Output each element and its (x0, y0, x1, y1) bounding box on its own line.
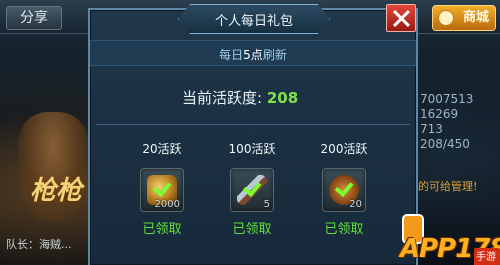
check-icon (333, 177, 355, 191)
reward-tier-100: 100活跃 5 已领取 (207, 140, 297, 237)
shop-coin-icon (438, 10, 454, 26)
check-icon (151, 177, 173, 191)
shop-button[interactable]: 商城 (432, 5, 496, 31)
claimed-status: 已领取 (232, 222, 272, 237)
hero-title-art: 枪枪 (30, 176, 83, 206)
item-quantity: 2000 (154, 199, 180, 210)
side-note: 的可给管理! (418, 180, 478, 193)
activity-label: 当前活跃度: (182, 89, 263, 107)
share-button[interactable]: 分享 (6, 6, 62, 30)
stat-value: 713 (420, 122, 443, 136)
tier-label: 100活跃 (228, 142, 276, 156)
item-quantity: 5 (263, 199, 270, 210)
site-watermark: APP178 手游网 (398, 212, 500, 265)
check-icon (241, 177, 263, 191)
item-quantity: 20 (349, 199, 362, 210)
divider (96, 124, 410, 125)
reward-slot[interactable]: 2000 (140, 168, 184, 212)
shop-label: 商城 (462, 10, 489, 25)
refresh-prefix: 每日 (219, 48, 244, 62)
activity-value: 208 (266, 89, 299, 107)
refresh-hour: 5点 (243, 48, 263, 62)
reward-tier-20: 20活跃 2000 已领取 (117, 140, 207, 237)
stat-value: 208/450 (420, 137, 470, 151)
refresh-suffix: 刷新 (262, 48, 287, 62)
refresh-text: 每日5点刷新 (90, 46, 416, 63)
claimed-status: 已领取 (142, 222, 182, 237)
close-button[interactable] (386, 4, 416, 32)
dialog-title: 个人每日礼包 (214, 14, 293, 29)
reward-tier-200: 200活跃 20 已领取 (299, 140, 389, 237)
activity-display: 当前活跃度: 208 (182, 87, 298, 108)
watermark-sub: 手游网 (474, 248, 500, 265)
team-caption: 队长：海贼... (6, 238, 72, 251)
stat-value: 16269 (420, 107, 459, 121)
reward-slot[interactable]: 20 (322, 168, 366, 212)
stat-value: 7007513 (420, 92, 474, 106)
tier-label: 20活跃 (142, 142, 182, 156)
side-stats: 7007513 16269 713 208/450 (420, 92, 500, 152)
refresh-row: 每日5点刷新 (90, 40, 416, 66)
claimed-status: 已领取 (324, 222, 364, 237)
reward-slot[interactable]: 5 (230, 168, 274, 212)
tier-label: 200活跃 (320, 142, 368, 156)
